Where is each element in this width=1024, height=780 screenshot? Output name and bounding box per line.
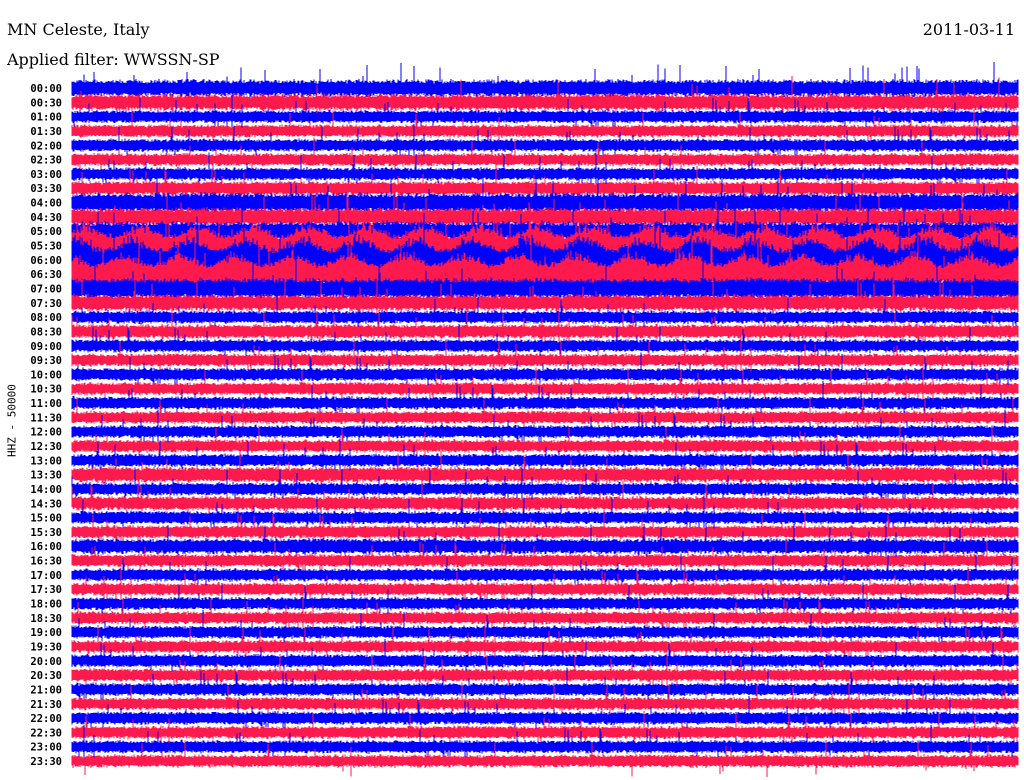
row-time-label: 17:00 (30, 570, 62, 582)
row-time-label: 06:30 (30, 269, 62, 281)
row-time-label: 10:00 (30, 369, 62, 381)
row-time-label: 23:00 (30, 742, 62, 754)
row-time-label: 06:00 (30, 255, 62, 267)
row-time-label: 15:30 (30, 527, 62, 539)
row-time-label: 09:30 (30, 355, 62, 367)
row-time-label: 12:30 (30, 441, 62, 453)
row-time-label: 18:30 (30, 613, 62, 625)
row-time-label: 11:00 (30, 398, 62, 410)
row-time-label: 08:30 (30, 326, 62, 338)
row-time-label: 21:30 (30, 699, 62, 711)
row-time-label: 15:00 (30, 513, 62, 525)
row-time-label: 05:30 (30, 241, 62, 253)
row-time-label: 19:00 (30, 627, 62, 639)
row-time-label: 09:00 (30, 341, 62, 353)
row-time-label: 01:00 (30, 112, 62, 124)
row-time-label: 18:00 (30, 599, 62, 611)
row-time-label: 05:00 (30, 226, 62, 238)
row-time-label: 04:30 (30, 212, 62, 224)
row-time-label: 13:00 (30, 455, 62, 467)
row-time-label: 12:00 (30, 427, 62, 439)
row-time-label: 22:00 (30, 713, 62, 725)
row-time-label: 10:30 (30, 384, 62, 396)
row-time-label: 20:00 (30, 656, 62, 668)
row-time-label: 00:00 (30, 83, 62, 95)
row-time-label: 22:30 (30, 727, 62, 739)
row-time-label: 01:30 (30, 126, 62, 138)
row-time-label: 17:30 (30, 584, 62, 596)
row-time-label: 07:00 (30, 283, 62, 295)
row-time-label: 13:30 (30, 470, 62, 482)
row-time-label: 23:30 (30, 756, 62, 768)
row-time-label: 03:00 (30, 169, 62, 181)
row-time-label: 14:30 (30, 498, 62, 510)
row-time-label: 20:30 (30, 670, 62, 682)
row-time-label: 04:00 (30, 198, 62, 210)
row-time-label: 16:00 (30, 541, 62, 553)
row-time-label: 03:30 (30, 183, 62, 195)
row-time-label: 11:30 (30, 412, 62, 424)
row-time-label: 21:00 (30, 684, 62, 696)
row-time-label: 16:30 (30, 556, 62, 568)
helicorder-plot: 00:00 00:30 01:00 01:30 02:00 02:30 03:00 03:30… (30, 61, 1019, 777)
row-time-label: 00:30 (30, 97, 62, 109)
row-time-label: 08:00 (30, 312, 62, 324)
row-time-label: 02:00 (30, 140, 62, 152)
row-time-label: 19:30 (30, 641, 62, 653)
row-time-label: 07:30 (30, 298, 62, 310)
row-time-label: 02:30 (30, 155, 62, 167)
row-time-label: 14:00 (30, 484, 62, 496)
